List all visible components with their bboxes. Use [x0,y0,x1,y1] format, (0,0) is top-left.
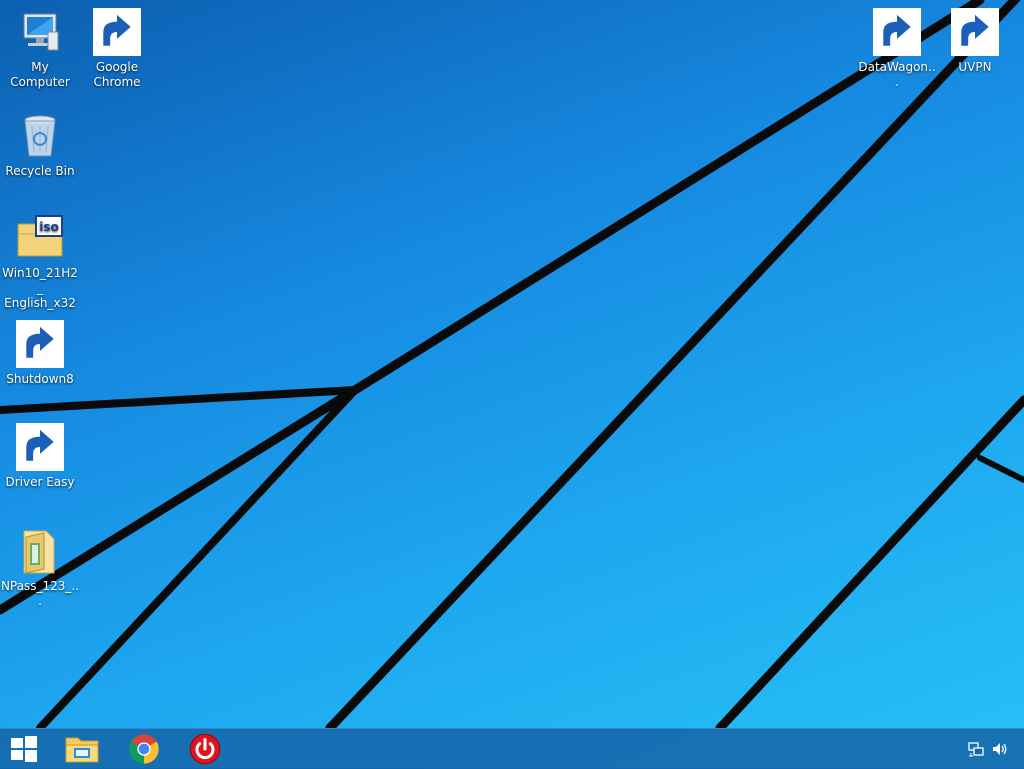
desktop-icon-label: Google Chrome [93,60,141,89]
svg-text:iso: iso [39,220,59,234]
desktop-icon-google-chrome[interactable]: Google Chrome [77,8,157,90]
network-icon[interactable] [968,741,984,757]
recycle-bin-icon [24,115,56,157]
desktop-icon-recycle-bin[interactable]: Recycle Bin [0,112,80,179]
desktop-icon-uvpn[interactable]: UVPN [935,8,1015,75]
file-explorer-icon [65,737,99,763]
shortcut-arrow-icon [16,320,64,368]
iso-file-icon: iso [17,215,63,257]
folder-icon [23,530,55,574]
desktop-icon-driver-easy[interactable]: Driver Easy [0,423,80,490]
desktop-icon-npass-folder[interactable]: NPass_123_... [0,527,80,609]
desktop-icon-iso-file[interactable]: iso Win10_21H2_ English_x32 [0,214,80,311]
desktop-icon-label: DataWagon... [858,60,936,89]
taskbar-shutdown8[interactable] [179,729,231,769]
desktop-icon-label: Driver Easy [5,475,75,489]
taskbar-google-chrome[interactable] [118,729,170,769]
shortcut-arrow-icon [873,8,921,56]
shortcut-arrow-icon [93,8,141,56]
desktop-icon-label: Shutdown8 [6,372,74,386]
shortcut-arrow-icon [16,423,64,471]
desktop-icon-shutdown8[interactable]: Shutdown8 [0,320,80,387]
wallpaper [0,0,1024,728]
taskbar [0,728,1024,769]
desktop-icon-my-computer[interactable]: My Computer [0,8,80,90]
computer-icon [23,13,59,51]
shortcut-arrow-icon [951,8,999,56]
taskbar-file-explorer[interactable] [56,729,108,769]
desktop-icon-label: NPass_123_... [0,579,80,608]
desktop-icon-label: UVPN [958,60,992,74]
desktop-icon-datawagon[interactable]: DataWagon... [857,8,937,90]
windows-start-icon [11,736,37,762]
chrome-icon [129,734,159,764]
volume-icon[interactable] [992,741,1008,757]
desktop-icon-label: Recycle Bin [5,164,75,178]
power-icon [189,733,221,765]
desktop-icon-label: My Computer [10,60,70,89]
desktop-icon-label: Win10_21H2_ English_x32 [2,266,78,310]
start-button[interactable] [0,729,48,769]
